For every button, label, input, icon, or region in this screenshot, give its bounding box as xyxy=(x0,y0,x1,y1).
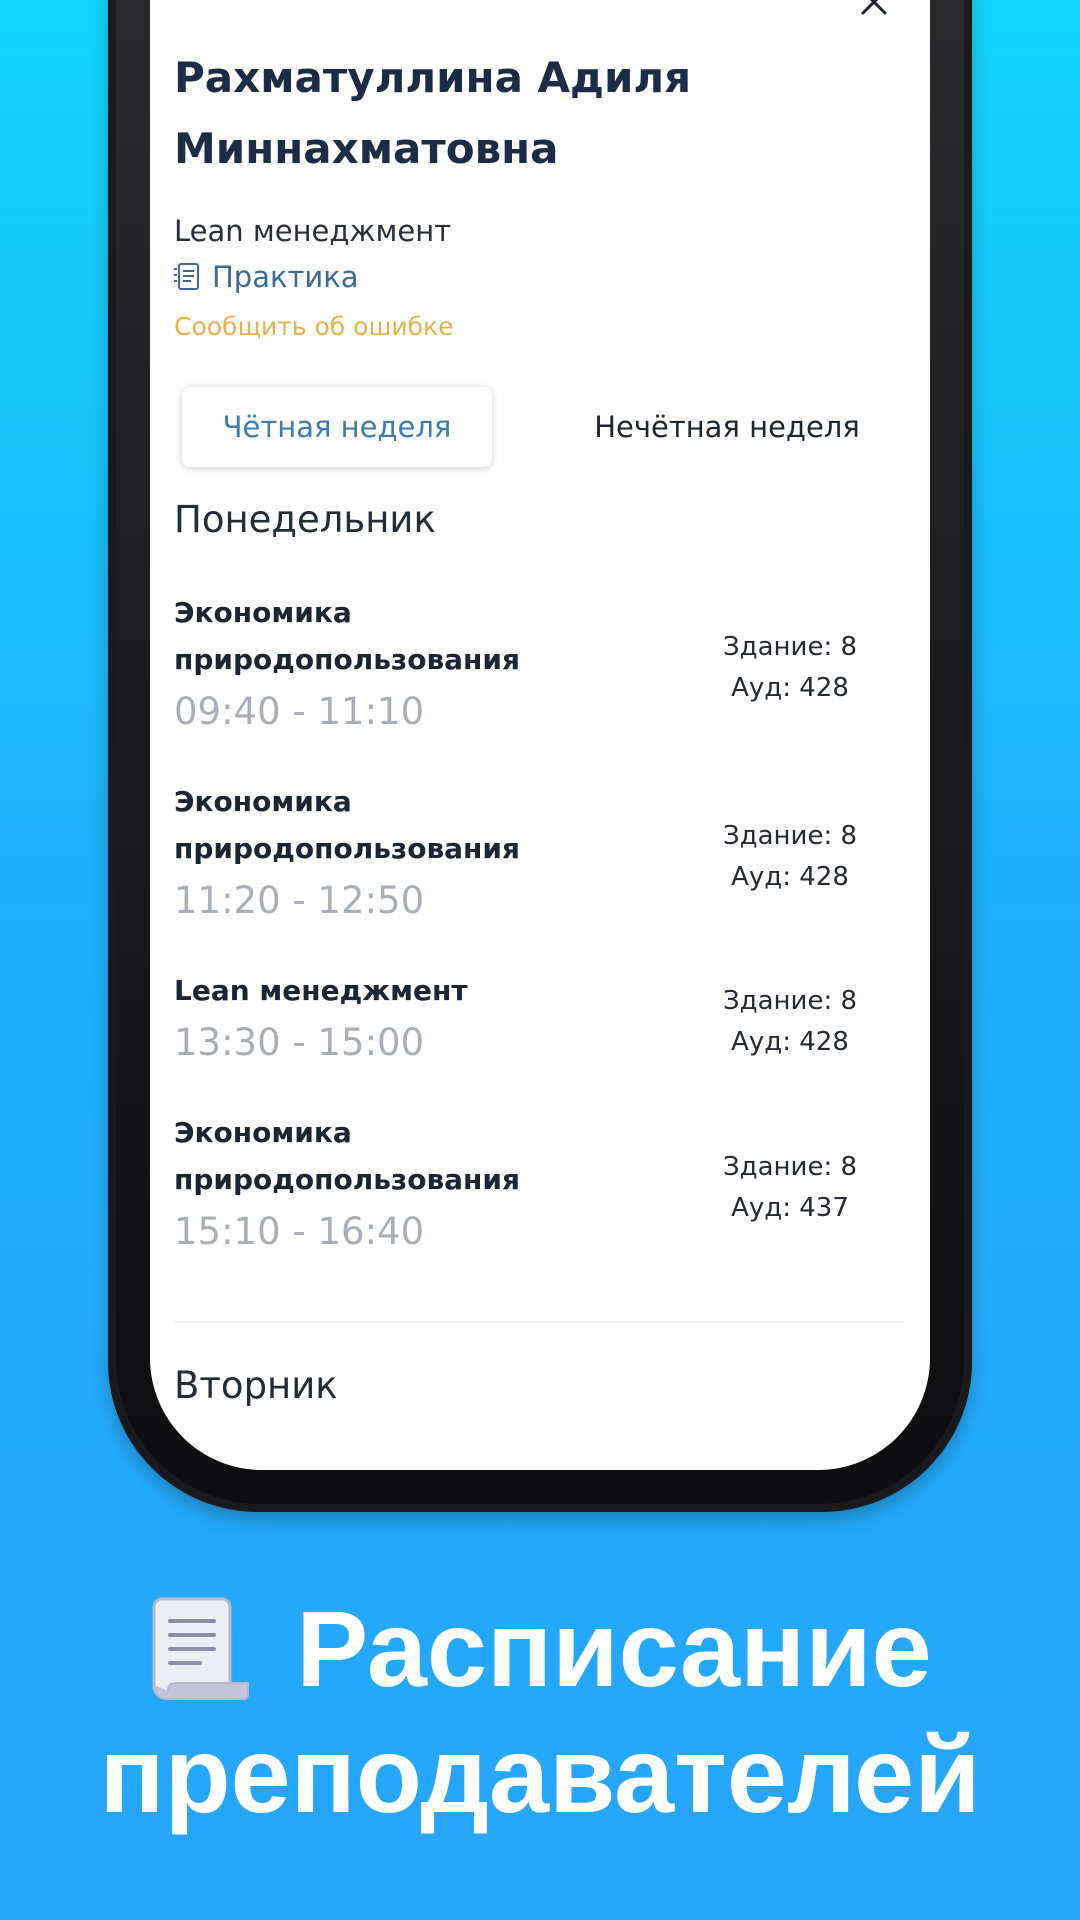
document-list-icon xyxy=(174,263,199,290)
lesson-title: Экономика природопользования xyxy=(174,1116,520,1196)
lesson-building: Здание: 8 xyxy=(722,821,858,851)
lesson-room-number: Ауд: 428 xyxy=(731,862,849,892)
lesson-type-link[interactable]: Практика xyxy=(172,260,359,294)
day-heading-tuesday: Вторник xyxy=(174,1364,338,1407)
lesson-room-number: Ауд: 428 xyxy=(731,1027,849,1057)
close-button[interactable] xyxy=(852,0,896,24)
lesson-title: Экономика природопользования xyxy=(174,785,520,865)
lesson-location: Здание: 8 Ауд: 428 xyxy=(690,627,890,709)
lesson-building: Здание: 8 xyxy=(722,632,858,662)
caption-title: Расписание xyxy=(296,1588,932,1709)
teacher-name: Рахматуллина Адиля Миннахматовна xyxy=(174,53,692,173)
tab-even-week[interactable]: Чётная неделя xyxy=(182,387,492,467)
teacher-subject: Lean менеджмент xyxy=(174,214,452,248)
close-icon xyxy=(861,0,887,15)
lesson-item[interactable]: Экономика природопользования 15:10 - 16:… xyxy=(174,1109,914,1255)
lesson-title: Lean менеджмент xyxy=(174,974,468,1007)
promo-caption: Расписание преподавателей xyxy=(0,1586,1080,1838)
lesson-location: Здание: 8 Ауд: 428 xyxy=(690,816,890,898)
lesson-location: Здание: 8 Ауд: 428 xyxy=(690,981,890,1063)
caption-line-1: Расписание xyxy=(0,1586,1080,1712)
lesson-type-label: Практика xyxy=(212,260,359,294)
scroll-icon xyxy=(152,1597,250,1700)
caption-line-2: преподавателей xyxy=(99,1714,981,1835)
tab-odd-week[interactable]: Нечётная неделя xyxy=(567,387,887,467)
lesson-building: Здание: 8 xyxy=(722,986,858,1016)
lesson-location: Здание: 8 Ауд: 437 xyxy=(690,1147,890,1229)
day-heading-monday: Понедельник xyxy=(174,498,436,541)
report-error-link[interactable]: Сообщить об ошибке xyxy=(174,312,453,341)
lesson-room-number: Ауд: 428 xyxy=(731,673,849,703)
lesson-item[interactable]: Lean менеджмент 13:30 - 15:00 Здание: 8 … xyxy=(174,967,914,1066)
lesson-item[interactable]: Экономика природопользования 11:20 - 12:… xyxy=(174,778,914,924)
day-divider xyxy=(174,1321,904,1323)
week-tabs: Чётная неделя Нечётная неделя xyxy=(182,387,902,467)
lesson-room-number: Ауд: 437 xyxy=(731,1193,849,1223)
lesson-item[interactable]: Экономика природопользования 09:40 - 11:… xyxy=(174,589,914,735)
lesson-building: Здание: 8 xyxy=(722,1152,858,1182)
lesson-title: Экономика природопользования xyxy=(174,596,520,676)
teacher-schedule-sheet: Рахматуллина Адиля Миннахматовна Lean ме… xyxy=(150,0,930,1470)
